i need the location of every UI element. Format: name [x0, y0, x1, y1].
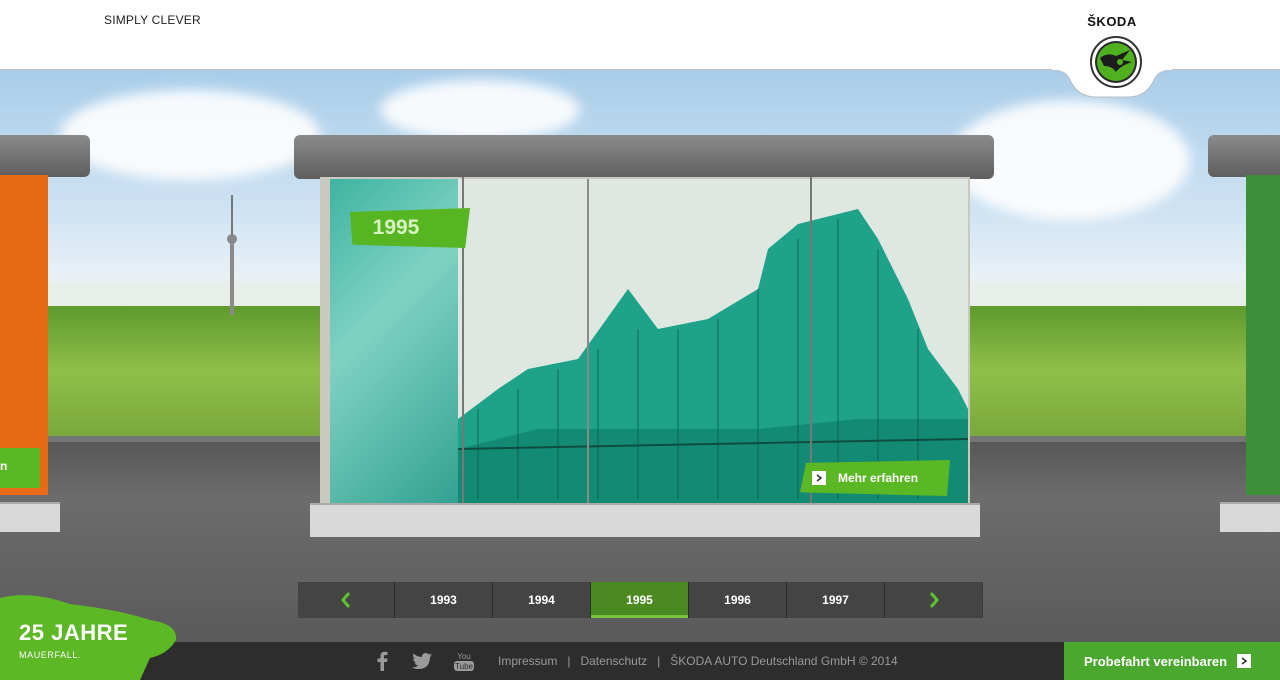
left-panel-tag[interactable]: n — [0, 448, 40, 488]
more-info-label: Mehr erfahren — [838, 471, 919, 485]
year-tab-1993[interactable]: 1993 — [395, 582, 493, 618]
year-navigator: 1993 1994 1995 1996 1997 — [298, 582, 983, 618]
year-tab-1995[interactable]: 1995 — [591, 582, 689, 618]
skoda-winged-arrow-icon — [1090, 36, 1142, 88]
left-panel-tag-label: n — [0, 459, 8, 473]
link-separator: | — [657, 654, 661, 668]
wall-segment-right — [1200, 135, 1280, 535]
badge-title: 25 JAHRE — [19, 620, 129, 645]
facebook-icon[interactable] — [370, 650, 394, 672]
anniversary-badge[interactable]: 25 JAHRE MAUERFALL. — [0, 590, 190, 680]
chevron-right-icon — [1237, 654, 1252, 668]
chevron-right-icon — [929, 592, 939, 608]
year-label: 1995 — [350, 208, 470, 248]
youtube-icon[interactable]: You Tube — [452, 650, 476, 672]
year-tab-1994[interactable]: 1994 — [493, 582, 591, 618]
svg-text:Tube: Tube — [455, 662, 473, 671]
chevron-left-icon — [341, 592, 351, 608]
year-tab-1996[interactable]: 1996 — [689, 582, 787, 618]
twitter-icon[interactable] — [410, 650, 434, 672]
brand-name: ŠKODA — [1087, 14, 1137, 29]
impressum-link[interactable]: Impressum — [498, 654, 557, 668]
svg-text:You: You — [457, 652, 471, 661]
cloud — [60, 90, 320, 180]
test-drive-label: Probefahrt vereinbaren — [1084, 653, 1228, 669]
footer-links: Impressum | Datenschutz | ŠKODA AUTO Deu… — [498, 654, 898, 668]
cloud — [380, 80, 580, 140]
datenschutz-link[interactable]: Datenschutz — [580, 654, 647, 668]
copyright-text: ŠKODA AUTO Deutschland GmbH © 2014 — [670, 654, 898, 668]
test-drive-button[interactable]: Probefahrt vereinbaren — [1064, 642, 1280, 680]
tagline: SIMPLY CLEVER — [104, 13, 201, 27]
year-label-text: 1995 — [372, 216, 420, 239]
chevron-right-icon — [812, 471, 826, 485]
prev-year-button[interactable] — [298, 582, 395, 618]
next-year-button[interactable] — [885, 582, 982, 618]
more-info-button[interactable]: Mehr erfahren — [800, 460, 950, 496]
site-footer: You Tube Impressum | Datenschutz | ŠKODA… — [0, 642, 1280, 680]
mural-reichstag — [458, 179, 968, 505]
tv-tower-icon — [227, 195, 237, 315]
badge-subtitle: MAUERFALL. — [19, 650, 82, 660]
link-separator: | — [567, 654, 571, 668]
hero-scene: n 1995 Mehr erfahren — [0, 70, 1280, 642]
year-tab-1997[interactable]: 1997 — [787, 582, 885, 618]
logo-tab[interactable]: ŠKODA — [1052, 0, 1172, 98]
